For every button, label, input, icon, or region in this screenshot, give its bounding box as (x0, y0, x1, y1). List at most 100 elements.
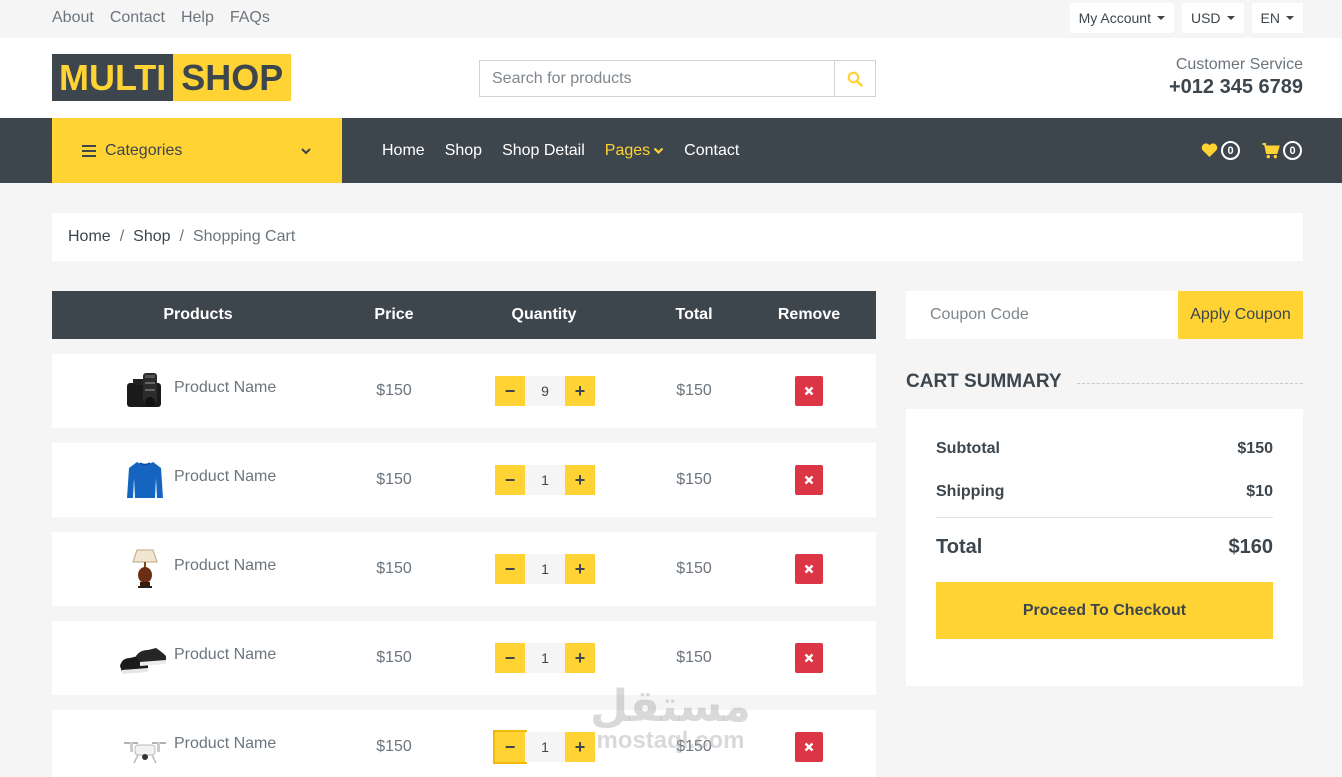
increase-button[interactable]: + (565, 554, 595, 584)
decrease-button[interactable]: − (493, 730, 527, 764)
remove-button[interactable] (795, 465, 823, 495)
product-image-camera[interactable] (122, 368, 168, 414)
increase-button[interactable]: + (565, 376, 595, 406)
top-links: About Contact Help FAQs (52, 9, 270, 27)
dashed-divider (1076, 382, 1303, 384)
customer-service: Customer Service +012 345 6789 (1169, 56, 1303, 99)
cart-row: Product Name $150 − 1 + $150 (52, 710, 876, 777)
cart-button[interactable]: 0 (1262, 141, 1302, 160)
product-name[interactable]: Product Name (174, 557, 276, 575)
minus-icon: − (504, 736, 516, 757)
product-image-lamp[interactable] (122, 546, 168, 592)
decrease-button[interactable]: − (495, 554, 525, 584)
contact-link[interactable]: Contact (110, 9, 165, 27)
plus-icon: + (574, 380, 586, 401)
product-total: $150 (676, 738, 712, 755)
increase-button[interactable]: + (565, 732, 595, 762)
decrease-button[interactable]: − (495, 376, 525, 406)
help-link[interactable]: Help (181, 9, 214, 27)
currency-dropdown[interactable]: USD (1181, 3, 1244, 33)
cart-summary-title: CART SUMMARY (906, 371, 1062, 392)
quantity-input[interactable]: 1 (525, 465, 565, 495)
remove-button[interactable] (795, 732, 823, 762)
header-price: Price (374, 306, 414, 323)
header-products: Products (163, 306, 233, 323)
breadcrumb: Home / Shop / Shopping Cart (52, 213, 1303, 261)
header: MULTI SHOP Customer Service +012 345 678… (0, 38, 1342, 118)
product-name[interactable]: Product Name (174, 468, 276, 486)
my-account-label: My Account (1078, 10, 1151, 26)
faqs-link[interactable]: FAQs (230, 9, 270, 27)
coupon-input[interactable] (906, 291, 1178, 339)
product-cell: Product Name (122, 546, 276, 592)
coupon-form: Apply Coupon (906, 291, 1303, 339)
main-nav: Categories Home Shop Shop Detail Pages C… (0, 118, 1342, 183)
search-box (479, 60, 876, 97)
breadcrumb-shop[interactable]: Shop (133, 228, 170, 246)
cart-row: Product Name $150 − 1 + $150 (52, 621, 876, 695)
close-icon (804, 742, 814, 752)
product-image-drone[interactable] (122, 724, 168, 770)
logo-part2: SHOP (173, 54, 292, 101)
decrease-button[interactable]: − (495, 465, 525, 495)
nav-shop-detail[interactable]: Shop Detail (502, 142, 585, 160)
top-dropdowns: My Account USD EN (1069, 3, 1303, 33)
breadcrumb-separator: / (119, 228, 125, 245)
search-icon (847, 71, 863, 87)
search-button[interactable] (834, 61, 875, 96)
remove-button[interactable] (795, 376, 823, 406)
shipping-row: Shipping $10 (936, 483, 1273, 501)
quantity-input[interactable]: 1 (525, 643, 565, 673)
about-link[interactable]: About (52, 9, 94, 27)
subtotal-label: Subtotal (936, 440, 1000, 457)
quantity-input[interactable]: 1 (525, 732, 565, 762)
minus-icon: − (504, 380, 516, 401)
cart-table-header: Products Price Quantity Total Remove (52, 291, 876, 339)
product-name[interactable]: Product Name (174, 646, 276, 664)
language-dropdown[interactable]: EN (1251, 3, 1303, 33)
increase-button[interactable]: + (565, 465, 595, 495)
product-name[interactable]: Product Name (174, 735, 276, 753)
product-price: $150 (376, 649, 412, 666)
logo-part1: MULTI (52, 54, 174, 101)
increase-button[interactable]: + (565, 643, 595, 673)
currency-label: USD (1190, 10, 1221, 26)
close-icon (804, 475, 814, 485)
breadcrumb-current: Shopping Cart (192, 228, 296, 245)
nav-links: Home Shop Shop Detail Pages Contact (382, 118, 739, 183)
product-image-sweater[interactable] (122, 457, 168, 503)
nav-contact[interactable]: Contact (684, 142, 739, 160)
nav-home[interactable]: Home (382, 142, 425, 160)
quantity-input[interactable]: 1 (525, 554, 565, 584)
cart-row: Product Name $150 − 9 + $150 (52, 354, 876, 428)
nav-pages[interactable]: Pages (605, 142, 664, 160)
nav-shop[interactable]: Shop (445, 142, 482, 160)
product-price: $150 (376, 738, 412, 755)
total-value: $160 (1228, 536, 1274, 558)
remove-button[interactable] (795, 643, 823, 673)
breadcrumb-home[interactable]: Home (68, 228, 111, 246)
product-name[interactable]: Product Name (174, 379, 276, 397)
checkout-button[interactable]: Proceed To Checkout (936, 582, 1273, 639)
cart-summary-heading: CART SUMMARY (906, 371, 1303, 393)
decrease-button[interactable]: − (495, 643, 525, 673)
my-account-dropdown[interactable]: My Account (1069, 3, 1174, 33)
product-image-shoes[interactable] (118, 635, 168, 681)
search-input[interactable] (480, 61, 834, 96)
product-price: $150 (376, 471, 412, 488)
product-cell: Product Name (122, 724, 276, 770)
header-quantity: Quantity (511, 306, 577, 323)
categories-dropdown[interactable]: Categories (52, 118, 342, 183)
menu-icon (82, 142, 96, 160)
customer-service-phone: +012 345 6789 (1168, 76, 1303, 98)
nav-pages-label: Pages (604, 141, 651, 159)
wishlist-button[interactable]: 0 (1201, 141, 1240, 160)
caret-down-icon (1286, 16, 1294, 20)
cart-count: 0 (1283, 141, 1302, 160)
plus-icon: + (574, 647, 586, 668)
quantity-input[interactable]: 9 (525, 376, 565, 406)
apply-coupon-button[interactable]: Apply Coupon (1178, 291, 1303, 339)
caret-down-icon (1156, 16, 1165, 20)
logo[interactable]: MULTI SHOP (52, 54, 292, 101)
remove-button[interactable] (795, 554, 823, 584)
